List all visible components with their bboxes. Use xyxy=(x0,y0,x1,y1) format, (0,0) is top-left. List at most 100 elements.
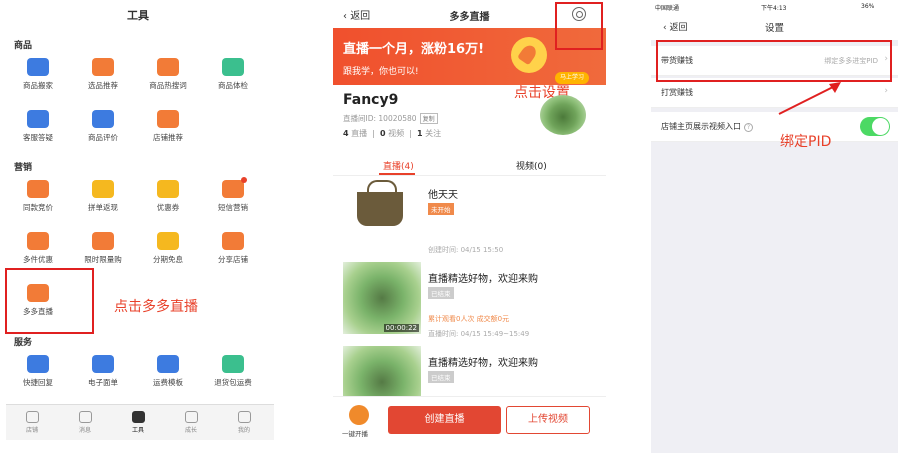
delivery-truck-icon xyxy=(157,355,179,373)
store-icon xyxy=(25,411,39,423)
row-label: 打赏赚钱 xyxy=(661,88,693,97)
section-marketing: 营销 xyxy=(14,163,33,173)
chevron-right-icon: › xyxy=(884,86,888,96)
battery-level: 36% xyxy=(861,3,875,10)
tool-item[interactable]: 退货包运费 xyxy=(201,355,265,388)
section-goods: 商品 xyxy=(14,41,33,51)
tool-label: 商品体检 xyxy=(218,81,248,90)
growth-tab-icon xyxy=(184,411,198,423)
tool-item[interactable]: 限时限量购 xyxy=(71,232,135,265)
tool-item[interactable]: 商品热搜词 xyxy=(136,58,200,91)
live-thumbnail[interactable]: 00:00:22 xyxy=(343,262,421,334)
live-screen: ‹ 返回 多多直播 直播一个月，涨粉16万! 跟我学，你也可以! 马上学习 点击… xyxy=(333,0,606,453)
copy-button[interactable]: 复制 xyxy=(419,113,438,124)
create-live-button[interactable]: 创建直播 xyxy=(388,406,501,434)
banner-subtext: 跟我学，你也可以! xyxy=(343,67,419,77)
tool-label: 限时限量购 xyxy=(84,255,122,264)
tab-growth-tab[interactable]: 成长 xyxy=(171,411,211,434)
duration-label: 00:00:22 xyxy=(383,324,419,332)
one-click-live-label: 一键开播 xyxy=(342,430,368,438)
tab-label: 工具 xyxy=(131,427,144,434)
settings-screen: 中国联通 下午4:13 36% ‹ 返回 设置 带货赚钱 绑定多多进宝PID ›… xyxy=(651,0,898,453)
tool-item[interactable]: 多件优惠 xyxy=(6,232,70,265)
status-badge: 已结束 xyxy=(428,287,454,299)
tool-item[interactable]: 优惠券 xyxy=(136,180,200,213)
tab-live[interactable]: 直播(4) xyxy=(383,159,414,172)
tool-item[interactable]: 选品推荐 xyxy=(71,58,135,91)
carrier: 中国联通 xyxy=(655,5,680,12)
tool-label: 店铺推荐 xyxy=(153,133,183,142)
tab-video[interactable]: 视频(0) xyxy=(516,159,547,172)
coupon-icon xyxy=(157,180,179,198)
tools-tab-icon xyxy=(131,411,145,423)
banner-headline: 直播一个月，涨粉16万! xyxy=(343,42,485,57)
bag-icon xyxy=(27,180,49,198)
bottom-tab-bar: 店铺 消息 工具 成长 我的 xyxy=(6,404,274,440)
live-title: 他天天 xyxy=(428,190,458,201)
tool-label: 同款竞价 xyxy=(23,203,53,212)
coin-icon xyxy=(92,180,114,198)
highlight-box xyxy=(555,2,603,50)
tool-item[interactable]: 商品评价 xyxy=(71,110,135,143)
video-entry-toggle[interactable] xyxy=(860,117,890,136)
document-icon xyxy=(92,355,114,373)
tool-item[interactable]: 电子面单 xyxy=(71,355,135,388)
help-icon[interactable]: ? xyxy=(744,123,753,132)
live-thumbnail[interactable] xyxy=(343,178,421,250)
user-stats: 4 直播 | 0 视频 | 1 关注 xyxy=(343,129,442,138)
tool-label: 短信营销 xyxy=(218,203,248,212)
shopping-bag-icon xyxy=(222,58,244,76)
page-title: 工具 xyxy=(127,9,149,22)
tool-item[interactable]: 同款竞价 xyxy=(6,180,70,213)
live-title: 直播精选好物，欢迎来购 xyxy=(428,274,538,285)
arrow-annotation-icon xyxy=(778,82,841,115)
tool-item[interactable]: 商品搬家 xyxy=(6,58,70,91)
message-tab-icon xyxy=(78,411,92,423)
section-service: 服务 xyxy=(14,338,33,348)
video-camera-icon[interactable] xyxy=(349,405,369,425)
tool-item[interactable]: 店铺推荐 xyxy=(136,110,200,143)
home-share-icon xyxy=(222,232,244,250)
tool-item[interactable]: 客服答疑 xyxy=(6,110,70,143)
tool-label: 优惠券 xyxy=(156,203,180,212)
magnifier-icon xyxy=(157,58,179,76)
tool-label: 多件优惠 xyxy=(23,255,53,264)
highlight-box xyxy=(656,40,892,82)
tab-store[interactable]: 店铺 xyxy=(12,411,52,434)
bottom-action-bar: 一键开播 创建直播 上传视频 xyxy=(333,396,606,453)
status-badge: 已结束 xyxy=(428,371,454,383)
tools-screen: 工具 商品 商品搬家 选品推荐 商品热搜词 商品体检客服答疑 商品评价 店铺推荐 营销 同… xyxy=(0,0,276,453)
truck-icon xyxy=(27,58,49,76)
discount-icon xyxy=(27,232,49,250)
tool-label: 退货包运费 xyxy=(214,378,252,387)
live-title: 直播精选好物，欢迎来购 xyxy=(428,358,538,369)
card-icon xyxy=(157,232,179,250)
tool-label: 快捷回复 xyxy=(23,378,53,387)
tool-item[interactable]: 拼单返现 xyxy=(71,180,135,213)
tab-tools-tab[interactable]: 工具 xyxy=(118,411,158,434)
comment-dots-icon xyxy=(92,110,114,128)
annotation-bind-pid: 绑定PID xyxy=(780,134,832,150)
tool-item[interactable]: 运费模板 xyxy=(136,355,200,388)
carousel-dots xyxy=(455,105,473,124)
tool-item[interactable]: 短信营销 xyxy=(201,177,265,213)
tool-label: 电子面单 xyxy=(88,378,118,387)
tab-label: 成长 xyxy=(184,427,197,434)
row-label: 店铺主页展示视频入口? xyxy=(661,121,753,132)
tab-message-tab[interactable]: 消息 xyxy=(65,411,105,434)
tool-item[interactable]: 商品体检 xyxy=(201,58,265,91)
tool-item[interactable]: 快捷回复 xyxy=(6,355,70,388)
upload-video-button[interactable]: 上传视频 xyxy=(506,406,590,434)
tool-item[interactable]: 分期免息 xyxy=(136,232,200,265)
tab-label: 我的 xyxy=(237,427,250,434)
message-icon xyxy=(222,177,247,198)
avatar[interactable] xyxy=(540,95,586,135)
tool-item[interactable]: 分享店铺 xyxy=(201,232,265,265)
tool-label: 分期免息 xyxy=(153,255,183,264)
tool-label: 客服答疑 xyxy=(23,133,53,142)
nav-bar: ‹ 返回 设置 xyxy=(651,14,898,40)
tab-profile-tab[interactable]: 我的 xyxy=(224,411,264,434)
annotation-click-live: 点击多多直播 xyxy=(114,299,198,315)
tool-label: 商品评价 xyxy=(88,133,118,142)
tool-label: 选品推荐 xyxy=(88,81,118,90)
